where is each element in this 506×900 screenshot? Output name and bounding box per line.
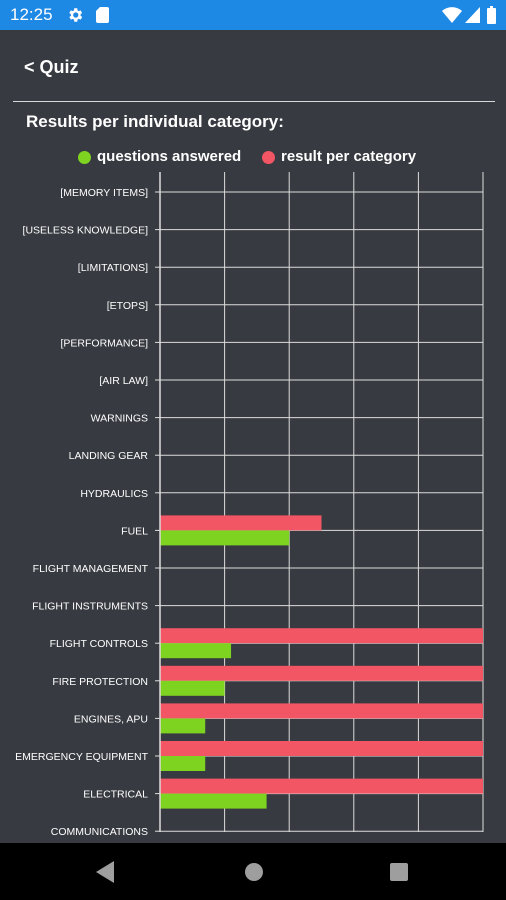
category-label: FUEL	[121, 525, 148, 537]
category-label: [LIMITATIONS]	[78, 262, 148, 274]
status-bar: 12:25	[0, 0, 506, 30]
bar-result-per-category	[160, 628, 483, 644]
bar-questions-answered	[160, 530, 290, 546]
legend-label-result-per-category: result per category	[281, 148, 417, 165]
category-label: FLIGHT MANAGEMENT	[33, 563, 149, 575]
wifi-icon	[442, 7, 462, 23]
category-label: [PERFORMANCE]	[60, 337, 148, 349]
bar-result-per-category	[160, 665, 483, 681]
category-label: [USELESS KNOWLEDGE]	[23, 225, 149, 237]
category-label: ELECTRICAL	[83, 789, 148, 801]
navigation-bar	[0, 843, 506, 900]
category-label: [ETOPS]	[107, 300, 148, 312]
sd-card-icon	[96, 7, 109, 23]
category-label: WARNINGS	[91, 413, 148, 425]
category-label: FLIGHT INSTRUMENTS	[32, 601, 148, 613]
bar-questions-answered	[160, 718, 206, 734]
category-label: [AIR LAW]	[99, 375, 148, 387]
bar-questions-answered	[160, 680, 225, 696]
header-divider	[13, 101, 495, 102]
category-label: EMERGENCY EQUIPMENT	[15, 751, 148, 763]
bar-questions-answered	[160, 643, 232, 659]
category-label: FIRE PROTECTION	[52, 676, 148, 688]
bar-questions-answered	[160, 793, 267, 809]
category-results-chart: [MEMORY ITEMS] [USELESS KNOWLEDGE] [LIMITA…	[15, 172, 484, 838]
legend-dot-green	[78, 151, 91, 164]
category-label: ENGINES, APU	[74, 713, 148, 725]
bar-result-per-category	[160, 515, 322, 531]
recent-apps-square-icon[interactable]	[390, 863, 408, 881]
back-to-quiz-link[interactable]: < Quiz	[24, 57, 79, 78]
status-time: 12:25	[10, 5, 53, 24]
section-title: Results per individual category:	[26, 112, 284, 131]
back-triangle-icon[interactable]	[96, 861, 116, 883]
battery-icon	[487, 6, 496, 24]
gear-icon	[69, 8, 83, 22]
signal-icon	[465, 7, 480, 23]
category-label: HYDRAULICS	[80, 488, 148, 500]
legend-dot-red	[262, 151, 275, 164]
bar-result-per-category	[160, 741, 483, 756]
category-label: LANDING GEAR	[69, 450, 149, 462]
bar-result-per-category	[160, 703, 483, 719]
legend-label-questions-answered: questions answered	[97, 148, 242, 165]
category-label: [MEMORY ITEMS]	[60, 187, 148, 199]
category-label: COMMUNICATIONS	[51, 826, 148, 838]
category-label: FLIGHT CONTROLS	[50, 638, 148, 650]
bar-result-per-category	[160, 778, 483, 794]
home-circle-icon[interactable]	[244, 862, 264, 882]
bar-questions-answered	[160, 756, 206, 771]
